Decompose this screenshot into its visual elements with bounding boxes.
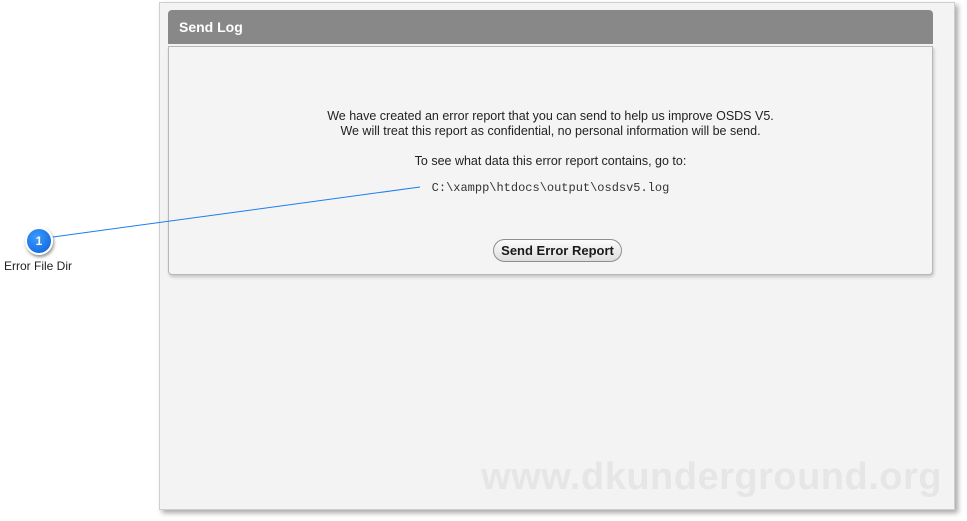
panel-title: Send Log xyxy=(168,10,933,44)
send-log-panel: We have created an error report that you… xyxy=(168,46,933,275)
send-error-report-button[interactable]: Send Error Report xyxy=(493,239,622,262)
send-log-window: Send Log We have created an error report… xyxy=(159,2,955,510)
screenshot-stage: Send Log We have created an error report… xyxy=(0,0,967,521)
error-report-message-line-2: We will treat this report as confidentia… xyxy=(340,124,761,138)
error-report-message-line-1: We have created an error report that you… xyxy=(327,109,774,123)
watermark: www.dkunderground.org xyxy=(481,456,942,498)
log-file-path: C:\xampp\htdocs\output\osdsv5.log xyxy=(431,181,670,195)
callout-number-badge: 1 xyxy=(25,227,53,255)
callout-label: Error File Dir xyxy=(4,259,72,273)
error-report-instruction: To see what data this error report conta… xyxy=(414,154,687,168)
